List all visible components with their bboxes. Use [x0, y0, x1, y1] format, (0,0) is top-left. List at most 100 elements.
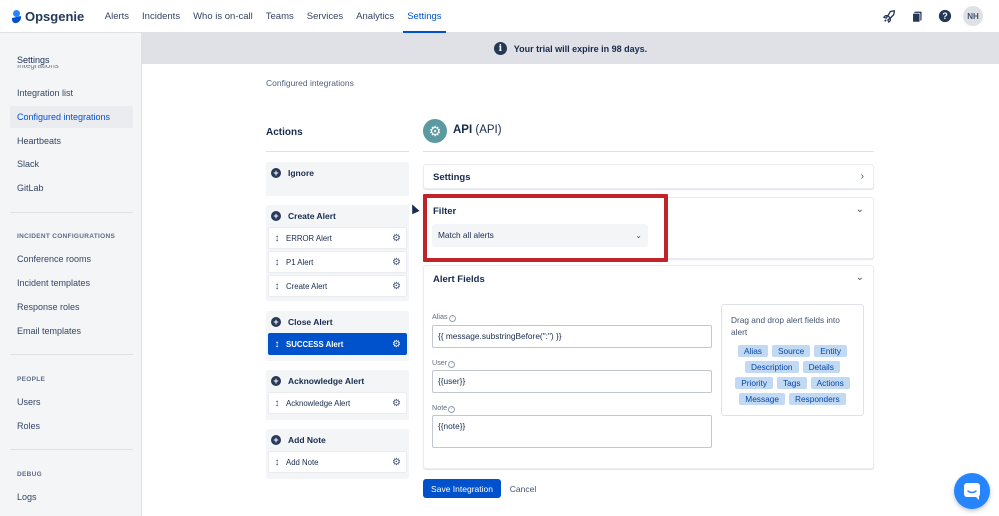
drag-handle-icon[interactable]: ↕: [274, 398, 280, 409]
gear-icon[interactable]: ⚙: [392, 398, 401, 409]
add-circle-icon[interactable]: +: [271, 435, 281, 445]
action-item-acknowledge-alert[interactable]: ↕ Acknowledge Alert ⚙: [268, 392, 407, 414]
chevron-down-icon[interactable]: ⌄: [856, 204, 864, 215]
integration-divider: [423, 151, 874, 152]
help-icon[interactable]: ?: [448, 361, 456, 368]
chevron-down-icon[interactable]: ⌄: [856, 272, 864, 283]
settings-sidebar: Settings Integrations Integration list C…: [0, 33, 142, 516]
sidebar-item-incident-templates[interactable]: Incident templates: [10, 272, 133, 294]
gear-icon[interactable]: ⚙: [392, 339, 401, 350]
drag-handle-icon[interactable]: ↕: [274, 281, 280, 292]
note-input[interactable]: {{note}}: [432, 415, 712, 448]
sidebar-item-logs[interactable]: Logs: [10, 486, 133, 508]
nav-who-is-on-call[interactable]: Who is on-call: [187, 0, 260, 33]
svg-text:?: ?: [942, 11, 947, 21]
user-label: User?: [432, 358, 456, 368]
gear-icon[interactable]: ⚙: [392, 281, 401, 292]
cancel-button[interactable]: Cancel: [505, 479, 541, 498]
chevron-right-icon[interactable]: ›: [861, 171, 864, 182]
gear-icon[interactable]: ⚙: [392, 457, 401, 468]
sidebar-item-email-templates[interactable]: Email templates: [10, 320, 133, 342]
sidebar-item-response-roles[interactable]: Response roles: [10, 296, 133, 318]
help-icon[interactable]: ?: [935, 6, 955, 26]
integration-name: API: [453, 124, 473, 136]
chip-priority[interactable]: Priority: [735, 377, 774, 389]
action-item-create-alert[interactable]: ↕ Create Alert ⚙: [268, 275, 407, 297]
drag-handle-icon[interactable]: ↕: [274, 339, 280, 350]
gear-icon[interactable]: ⚙: [392, 257, 401, 268]
action-group-header[interactable]: + Acknowledge Alert: [266, 370, 409, 392]
chip-entity[interactable]: Entity: [814, 345, 848, 357]
sidebar-item-integrations-cut[interactable]: Integrations: [17, 65, 67, 71]
chip-actions[interactable]: Actions: [810, 377, 850, 389]
action-group-add-note: + Add Note ↕ Add Note ⚙: [266, 429, 409, 479]
add-circle-icon[interactable]: +: [271, 168, 281, 178]
help-icon[interactable]: ?: [448, 406, 456, 413]
actions-title: Actions: [266, 127, 303, 138]
nav-teams[interactable]: Teams: [259, 0, 300, 33]
nav-incidents[interactable]: Incidents: [136, 0, 187, 33]
notebook-icon[interactable]: [907, 6, 927, 26]
note-label-text: Note: [432, 403, 448, 412]
chip-alias[interactable]: Alias: [737, 345, 768, 357]
nav-analytics[interactable]: Analytics: [350, 0, 401, 33]
sidebar-item-roles[interactable]: Roles: [10, 415, 133, 437]
action-item-error-alert[interactable]: ↕ ERROR Alert ⚙: [268, 227, 407, 249]
action-group-header[interactable]: + Close Alert: [266, 311, 409, 333]
chip-source[interactable]: Source: [771, 345, 811, 357]
alert-fields-title: Alert Fields: [433, 274, 485, 285]
trial-banner: i Your trial will expire in 98 days.: [142, 33, 999, 64]
action-group-label: Create Alert: [288, 211, 336, 221]
action-item-add-note[interactable]: ↕ Add Note ⚙: [268, 451, 407, 473]
sidebar-heading-people: PEOPLE: [17, 376, 46, 383]
drag-handle-icon[interactable]: ↕: [274, 457, 280, 468]
sidebar-item-integration-list[interactable]: Integration list: [10, 82, 133, 104]
sidebar-item-heartbeats[interactable]: Heartbeats: [10, 130, 133, 152]
sidebar-divider: [10, 449, 133, 450]
chip-responders[interactable]: Responders: [788, 393, 846, 405]
sidebar-item-users[interactable]: Users: [10, 391, 133, 413]
sidebar-item-configured-integrations[interactable]: Configured integrations: [10, 106, 133, 128]
add-circle-icon[interactable]: +: [271, 211, 281, 221]
note-label: Note?: [432, 403, 456, 413]
sidebar-divider: [10, 212, 133, 213]
sidebar-item-gitlab[interactable]: GitLab: [10, 177, 133, 199]
action-group-header[interactable]: + Ignore: [266, 162, 409, 184]
chat-support-button[interactable]: [954, 473, 990, 509]
sidebar-item-slack[interactable]: Slack: [10, 153, 133, 175]
drag-handle-icon[interactable]: ↕: [274, 233, 280, 244]
alert-field-chips-box: Drag and drop alert fields into alert Al…: [721, 304, 864, 416]
avatar[interactable]: NH: [963, 6, 983, 26]
action-group-acknowledge-alert: + Acknowledge Alert ↕ Acknowledge Alert …: [266, 370, 409, 420]
opsgenie-logo[interactable]: Opsgenie: [12, 9, 84, 24]
gear-icon[interactable]: ⚙: [392, 233, 401, 244]
settings-panel[interactable]: Settings ›: [423, 164, 874, 189]
sidebar-item-conference-rooms[interactable]: Conference rooms: [10, 248, 133, 270]
add-circle-icon[interactable]: +: [271, 317, 281, 327]
chip-tags[interactable]: Tags: [777, 377, 807, 389]
nav-settings[interactable]: Settings: [401, 0, 448, 33]
rocket-icon[interactable]: [879, 6, 899, 26]
drag-handle-icon[interactable]: ↕: [274, 257, 280, 268]
sidebar-divider: [10, 354, 133, 355]
action-item-label: P1 Alert: [286, 257, 314, 267]
action-group-label: Acknowledge Alert: [288, 376, 365, 386]
nav-alerts[interactable]: Alerts: [98, 0, 135, 33]
alias-input[interactable]: {{ message.substringBefore(":") }}: [432, 325, 712, 348]
chip-description[interactable]: Description: [745, 361, 799, 373]
nav-services[interactable]: Services: [300, 0, 349, 33]
settings-panel-title: Settings: [433, 172, 471, 183]
user-input[interactable]: {{user}}: [432, 370, 712, 393]
action-group-header[interactable]: + Add Note: [266, 429, 409, 451]
help-icon[interactable]: ?: [448, 315, 456, 322]
action-group-header[interactable]: + Create Alert: [266, 205, 409, 227]
sidebar-heading-debug: DEBUG: [17, 471, 42, 478]
chip-details[interactable]: Details: [802, 361, 840, 373]
chip-message[interactable]: Message: [739, 393, 785, 405]
add-circle-icon[interactable]: +: [271, 376, 281, 386]
save-integration-button[interactable]: Save Integration: [423, 479, 501, 498]
annotation-highlight-box: [423, 194, 668, 262]
action-item-p1-alert[interactable]: ↕ P1 Alert ⚙: [268, 251, 407, 273]
breadcrumb[interactable]: Configured integrations: [266, 78, 354, 88]
action-item-success-alert[interactable]: ↕ SUCCESS Alert ⚙: [268, 333, 407, 355]
